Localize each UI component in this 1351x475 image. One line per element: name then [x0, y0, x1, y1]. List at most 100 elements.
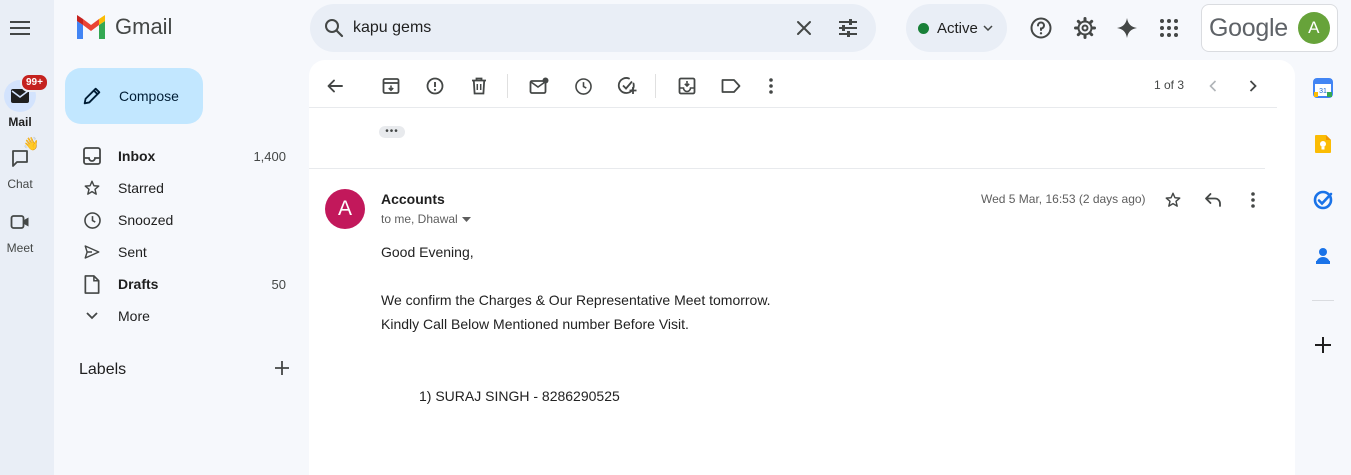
video-icon	[10, 215, 29, 229]
clock-icon	[574, 77, 592, 95]
nav-item-label: Sent	[118, 244, 147, 260]
status-dot	[918, 22, 929, 34]
nav-item-label: Inbox	[118, 148, 156, 164]
main-menu-button[interactable]	[6, 14, 34, 42]
star-icon	[1165, 192, 1181, 207]
contacts-app-button[interactable]	[1311, 244, 1335, 268]
keep-icon	[1315, 135, 1331, 153]
settings-button[interactable]	[1073, 16, 1097, 40]
compose-button[interactable]: Compose	[65, 68, 203, 124]
more-vert-icon	[1251, 192, 1255, 208]
star-message-button[interactable]	[1161, 188, 1185, 212]
search-options-button[interactable]	[836, 16, 860, 45]
star-icon	[84, 180, 100, 195]
body-line: We confirm the Charges & Our Representat…	[381, 292, 771, 308]
rail-item-mail[interactable]: 99+ Mail	[0, 73, 49, 129]
toolbar-divider-line	[309, 107, 1277, 108]
caret-down-icon	[461, 216, 471, 222]
nav-item-count: 1,400	[253, 148, 286, 164]
move-to-button[interactable]	[675, 74, 699, 98]
move-to-icon	[678, 77, 696, 95]
mail-unread-badge: 99+	[20, 73, 49, 92]
get-addons-button[interactable]	[1311, 333, 1335, 357]
send-icon	[84, 245, 100, 259]
alert-icon	[426, 77, 444, 95]
mark-unread-button[interactable]	[527, 74, 551, 98]
nav-item-starred[interactable]: Starred	[66, 172, 300, 204]
add-task-icon	[617, 77, 637, 94]
more-vert-icon	[769, 78, 773, 94]
calendar-app-button[interactable]: 31	[1311, 76, 1335, 100]
add-to-tasks-button[interactable]	[615, 74, 639, 98]
support-button[interactable]	[1029, 16, 1053, 40]
mark-unread-icon	[529, 77, 549, 94]
nav-item-inbox[interactable]: Inbox 1,400	[66, 140, 300, 172]
waving-hand-icon: 👋	[23, 136, 40, 151]
nav-item-label: More	[118, 308, 150, 324]
folder-nav: Inbox 1,400 Starred Snoozed Sent Drafts …	[66, 140, 300, 332]
report-spam-button[interactable]	[423, 74, 447, 98]
close-icon	[797, 21, 811, 35]
search-input[interactable]: kapu gems	[353, 19, 431, 37]
avatar: A	[1297, 12, 1330, 44]
plus-icon	[275, 360, 289, 375]
toolbar-divider	[507, 74, 508, 98]
message-body: Good Evening, We confirm the Charges & O…	[381, 240, 771, 408]
nav-item-snoozed[interactable]: Snoozed	[66, 204, 300, 236]
show-trimmed-content-button[interactable]: •••	[379, 126, 405, 138]
calendar-icon: 31	[1313, 78, 1333, 98]
gemini-button[interactable]	[1115, 16, 1139, 40]
search-bar[interactable]: kapu gems	[310, 4, 876, 52]
nav-item-sent[interactable]: Sent	[66, 236, 300, 268]
toolbar-divider	[655, 74, 656, 98]
labels-heading: Labels	[79, 361, 127, 378]
right-rail-divider	[1312, 300, 1334, 301]
archive-icon	[382, 78, 400, 94]
labels-section: Labels	[79, 360, 289, 380]
chevron-left-icon	[1209, 80, 1217, 92]
plus-icon	[1315, 337, 1331, 353]
tasks-app-button[interactable]	[1311, 188, 1335, 212]
more-actions-button[interactable]	[759, 74, 783, 98]
body-contact: 1) SURAJ SINGH - 8286290525	[419, 388, 620, 404]
chevron-down-icon	[983, 25, 993, 31]
back-button[interactable]	[323, 74, 347, 98]
gear-icon	[1074, 17, 1096, 39]
trash-icon	[472, 77, 486, 95]
chevron-down-icon	[86, 312, 98, 320]
body-line: Kindly Call Below Mentioned number Befor…	[381, 316, 689, 332]
chevron-right-icon	[1249, 80, 1257, 92]
nav-item-label: Starred	[118, 180, 164, 196]
archive-button[interactable]	[379, 74, 403, 98]
search-button[interactable]	[322, 16, 346, 45]
account-switcher[interactable]: Google A	[1201, 4, 1338, 52]
clear-search-button[interactable]	[792, 16, 816, 45]
apps-button[interactable]	[1157, 16, 1181, 40]
message-divider	[309, 168, 1265, 169]
google-wordmark: Google	[1209, 13, 1288, 42]
create-label-button[interactable]	[275, 360, 289, 380]
rail-item-meet[interactable]: Meet	[0, 206, 40, 255]
tune-icon	[839, 19, 857, 37]
snooze-button[interactable]	[571, 74, 595, 98]
sender-avatar: A	[325, 189, 365, 229]
labels-button[interactable]	[719, 74, 743, 98]
inbox-icon	[83, 147, 101, 165]
message-panel: 1 of 3 ••• A Accounts to me, Dhawal Wed …	[309, 60, 1295, 475]
svg-text:31: 31	[1319, 88, 1327, 95]
older-button[interactable]	[1241, 74, 1265, 98]
pencil-icon	[83, 87, 101, 105]
newer-button[interactable]	[1201, 74, 1225, 98]
delete-button[interactable]	[467, 74, 491, 98]
recipients-toggle[interactable]: to me, Dhawal	[381, 212, 471, 226]
reply-button[interactable]	[1201, 188, 1225, 212]
message-more-button[interactable]	[1241, 188, 1265, 212]
pagination-label: 1 of 3	[1154, 78, 1185, 92]
nav-item-more[interactable]: More	[66, 300, 300, 332]
keep-app-button[interactable]	[1311, 132, 1335, 156]
gmail-logo[interactable]: Gmail	[75, 14, 172, 40]
rail-item-chat[interactable]: 👋 Chat	[0, 136, 40, 191]
status-selector[interactable]: Active	[906, 4, 1007, 52]
sender-name[interactable]: Accounts	[381, 191, 445, 207]
nav-item-drafts[interactable]: Drafts 50	[66, 268, 300, 300]
